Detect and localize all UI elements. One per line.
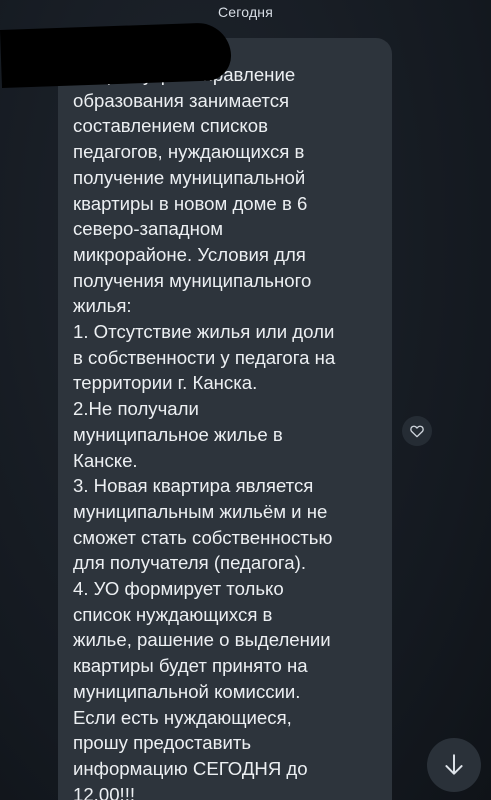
scroll-down-button[interactable] xyxy=(427,738,481,792)
message-bubble[interactable]: Доброе утро! Управление образования зани… xyxy=(58,38,392,800)
reaction-button[interactable] xyxy=(402,416,432,446)
arrow-down-icon xyxy=(445,754,463,775)
chat-screen: Сегодня Доброе утро! Управление образова… xyxy=(0,0,491,800)
heart-icon xyxy=(410,425,424,438)
date-separator: Сегодня xyxy=(217,4,274,20)
message-text: Доброе утро! Управление образования зани… xyxy=(73,64,336,800)
redaction-overlay xyxy=(0,21,232,88)
